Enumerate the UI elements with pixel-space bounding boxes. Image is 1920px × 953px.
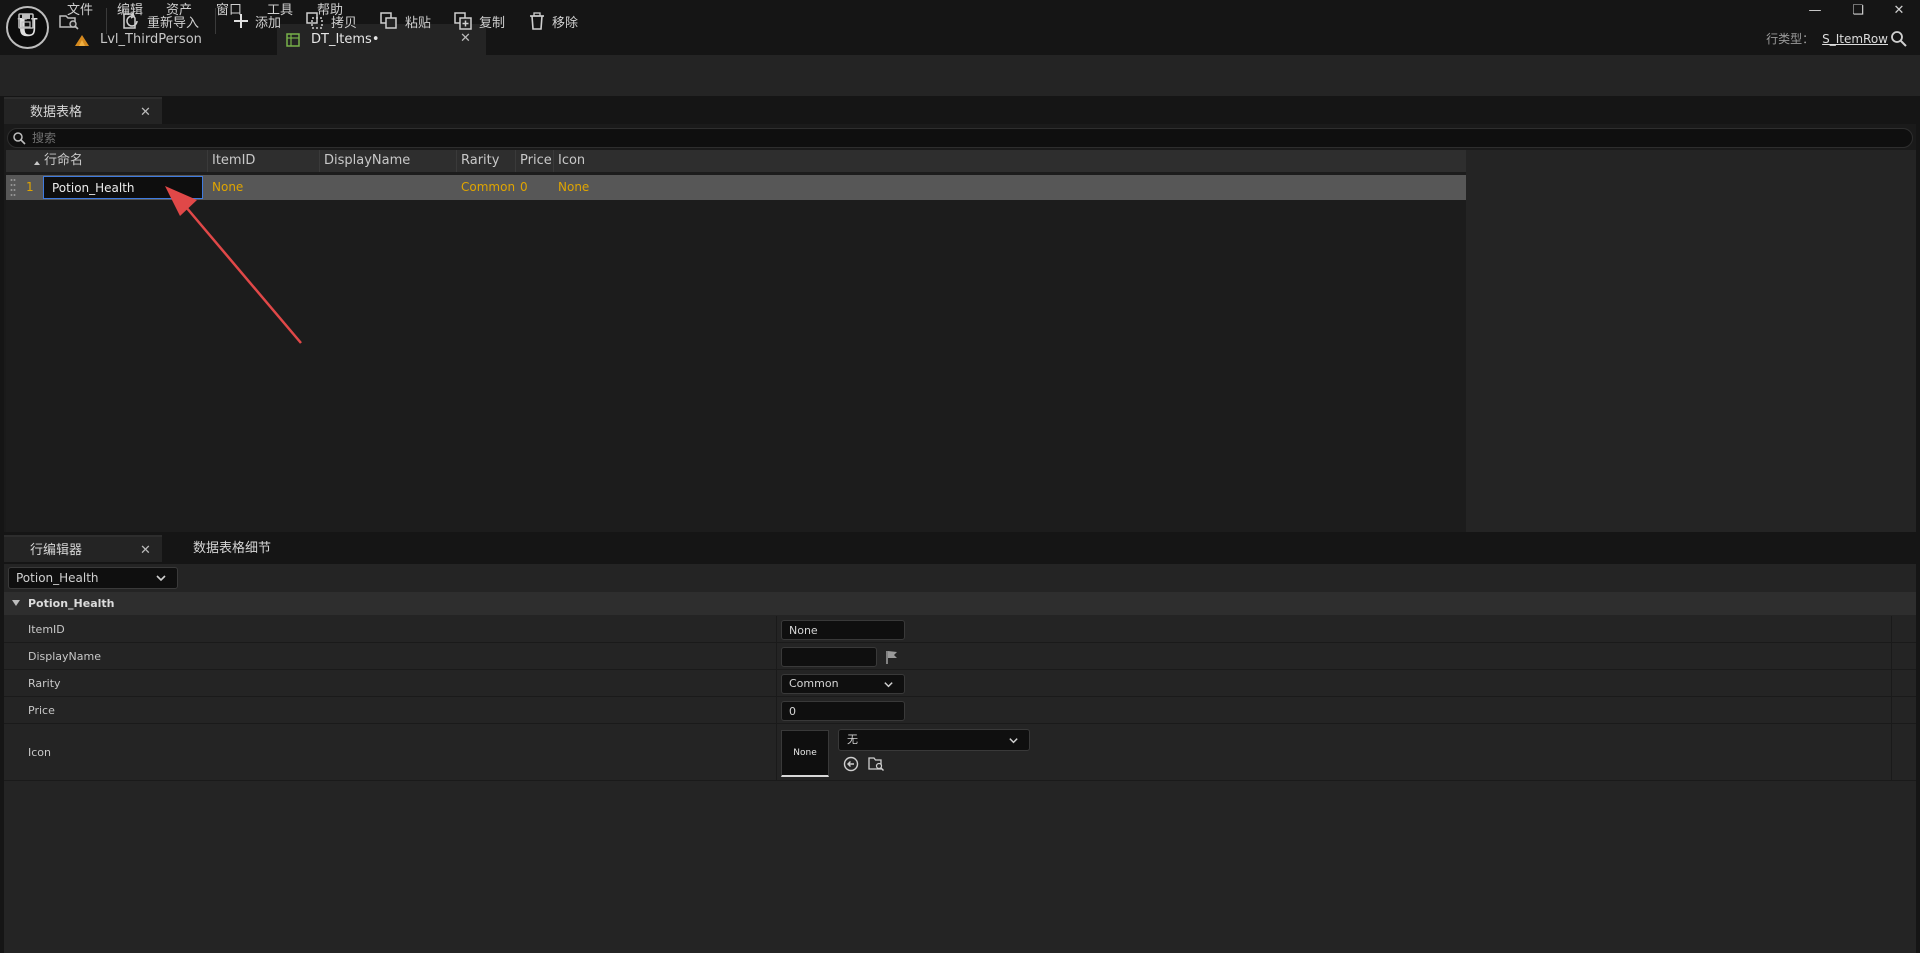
section-title: Potion_Health <box>28 597 115 610</box>
column-splitter[interactable] <box>776 616 777 781</box>
property-row-displayname <box>4 643 1916 670</box>
paste-button[interactable]: 粘贴 <box>378 9 431 33</box>
trash-icon <box>530 12 544 30</box>
tab-row-editor-label: 行编辑器 <box>30 543 83 558</box>
table-empty-area <box>1466 150 1916 532</box>
search-icon <box>13 132 26 145</box>
section-header[interactable] <box>4 592 1916 615</box>
reimport-label: 重新导入 <box>147 15 200 31</box>
browse-button[interactable] <box>58 9 85 33</box>
duplicate-button[interactable]: 复制 <box>452 9 505 33</box>
minimize-icon[interactable]: — <box>1798 0 1832 22</box>
duplicate-icon <box>454 12 472 30</box>
row-type: 行类型： S_ItemRow <box>1766 30 1888 48</box>
use-selected-asset-icon[interactable] <box>843 756 859 772</box>
browse-folder-icon <box>59 15 79 30</box>
icon-thumbnail-label: None <box>793 748 817 758</box>
drag-handle-icon[interactable] <box>10 177 16 197</box>
restore-icon[interactable]: ❏ <box>1841 0 1875 22</box>
copy-button[interactable]: 拷贝 <box>304 9 357 33</box>
column-header-icon[interactable]: Icon <box>554 150 614 172</box>
column-divider <box>1891 616 1892 781</box>
save-icon <box>18 13 34 29</box>
icon-asset-picker[interactable]: 无 <box>838 729 1030 751</box>
column-header-itemid[interactable]: ItemID <box>208 150 320 172</box>
cell-icon: None <box>558 180 590 194</box>
rarity-value: Common <box>789 677 839 690</box>
paste-label: 粘贴 <box>405 15 432 31</box>
reimport-button[interactable]: 重新导入 <box>120 9 199 33</box>
property-row-price <box>4 697 1916 724</box>
close-panel-icon[interactable]: ✕ <box>140 99 154 126</box>
duplicate-label: 复制 <box>479 15 506 31</box>
browse-asset-icon[interactable] <box>867 755 885 772</box>
chevron-down-icon <box>1009 738 1018 744</box>
row-selector-value: Potion_Health <box>16 571 99 585</box>
toolbar-separator <box>215 8 216 34</box>
row-index: 1 <box>26 180 34 194</box>
copy-label: 拷贝 <box>331 15 358 31</box>
annotation-arrow <box>165 186 302 344</box>
tab-data-table[interactable]: 数据表格 ✕ <box>4 97 162 124</box>
level-icon <box>75 34 89 46</box>
toolbar-separator <box>106 8 107 34</box>
cell-displayname <box>320 176 457 198</box>
tab-datatable-label: DT_Items• <box>311 32 380 47</box>
rarity-dropdown[interactable]: Common <box>781 674 905 694</box>
toolbar <box>0 55 1920 96</box>
icon-thumbnail[interactable]: None <box>781 730 829 777</box>
close-tab-icon[interactable]: ✕ <box>460 31 474 46</box>
paste-icon <box>380 12 397 29</box>
datatable-icon <box>286 32 300 47</box>
add-label: 添加 <box>255 15 282 31</box>
property-label-icon: Icon <box>28 746 51 759</box>
close-window-icon[interactable]: ✕ <box>1882 0 1916 22</box>
close-panel-icon[interactable]: ✕ <box>140 537 154 564</box>
property-label-price: Price <box>28 704 55 717</box>
displayname-input[interactable] <box>781 647 877 667</box>
property-row-rarity <box>4 670 1916 697</box>
column-header-displayname[interactable]: DisplayName <box>320 150 457 172</box>
collapse-arrow-icon[interactable] <box>11 598 21 608</box>
tab-data-table-details[interactable]: 数据表格细节 <box>168 535 298 562</box>
tab-data-table-label: 数据表格 <box>30 105 83 120</box>
itemid-input[interactable] <box>781 620 905 640</box>
row-selector-dropdown[interactable]: Potion_Health <box>8 567 178 589</box>
row-type-label: 行类型： <box>1766 32 1815 46</box>
row-type-link[interactable]: S_ItemRow <box>1822 32 1888 46</box>
property-label-displayname: DisplayName <box>28 650 101 663</box>
save-button[interactable] <box>16 9 41 33</box>
localization-flag-icon[interactable] <box>884 649 900 665</box>
plus-icon <box>234 14 248 28</box>
column-header-rarity[interactable]: Rarity <box>457 150 516 172</box>
cell-rarity: Common <box>461 180 516 194</box>
search-input[interactable] <box>32 129 1892 147</box>
property-row-itemid <box>4 616 1916 643</box>
price-input[interactable] <box>781 701 905 721</box>
copy-icon <box>306 12 323 29</box>
column-header-row-name[interactable]: 行命名 <box>40 150 208 172</box>
tab-level-label: Lvl_ThirdPerson <box>100 32 202 47</box>
tab-row-editor[interactable]: 行编辑器 ✕ <box>4 535 162 562</box>
add-button[interactable]: 添加 <box>232 9 281 33</box>
reimport-icon <box>123 12 138 29</box>
property-label-itemid: ItemID <box>28 623 65 636</box>
property-label-rarity: Rarity <box>28 677 61 690</box>
remove-label: 移除 <box>552 15 579 31</box>
chevron-down-icon <box>156 575 166 582</box>
column-header-price[interactable]: Price <box>516 150 554 172</box>
cell-price: 0 <box>520 180 528 194</box>
row-editor-empty-area <box>4 781 1916 953</box>
remove-button[interactable]: 移除 <box>527 9 578 33</box>
chevron-down-icon <box>884 682 893 688</box>
search-icon[interactable] <box>1890 30 1908 48</box>
icon-asset-value: 无 <box>847 733 858 746</box>
